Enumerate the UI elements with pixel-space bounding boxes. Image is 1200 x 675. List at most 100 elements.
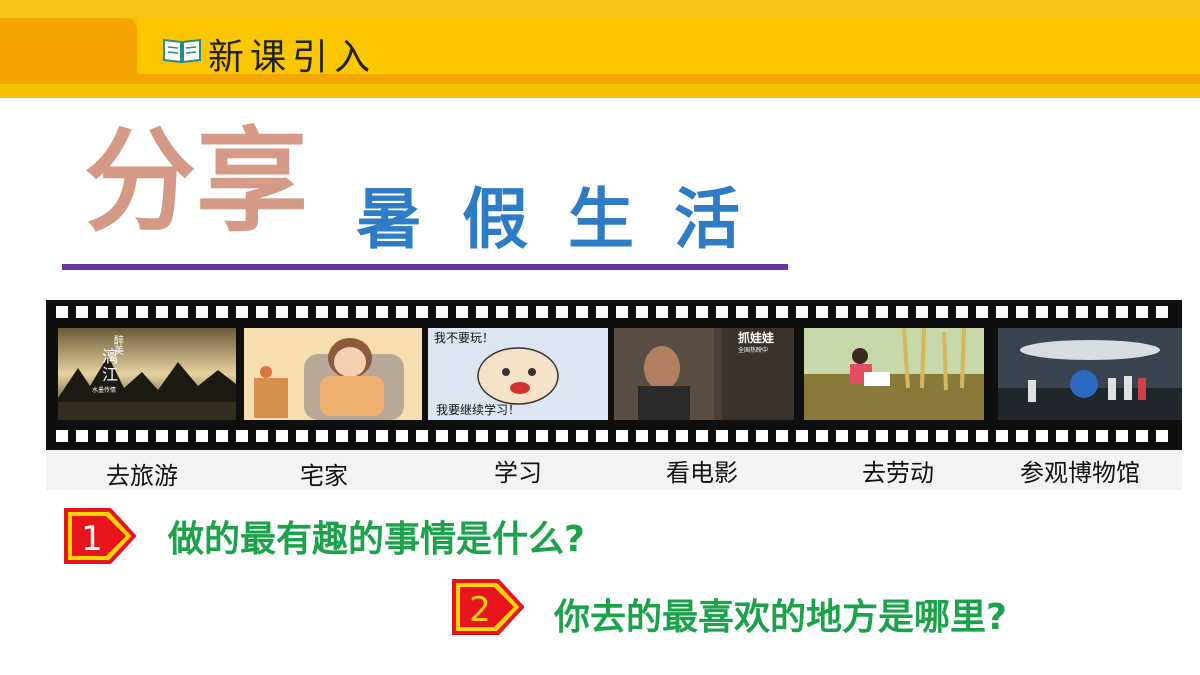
sprocket-hole [596,306,608,318]
section-title: 新课引入 [208,37,377,78]
sprocket-hole [776,430,788,442]
sprocket-hole [716,430,728,442]
sprocket-hole [276,430,288,442]
question-1-badge: 1 [64,508,136,564]
sprocket-hole [1096,430,1108,442]
sprocket-hole [796,306,808,318]
sprocket-hole [1036,430,1048,442]
page-title-text: 分享 [84,116,308,247]
sprocket-hole [496,306,508,318]
sprocket-hole [976,306,988,318]
sprocket-hole [676,306,688,318]
sprocket-hole [576,306,588,318]
sprocket-hole [756,430,768,442]
sprocket-hole [536,430,548,442]
sprocket-hole [196,306,208,318]
sprocket-hole [996,306,1008,318]
sprocket-hole [416,306,428,318]
sprocket-hole [956,430,968,442]
question-2-number: 2 [469,590,491,630]
travel-caption-bottom: 水墨传情 [92,386,116,394]
sprocket-hole [676,430,688,442]
sprocket-hole [1056,306,1068,318]
sprocket-hole [896,430,908,442]
sprocket-hole [536,306,548,318]
sprocket-hole [356,430,368,442]
sprocket-hole [456,430,468,442]
sprocket-hole [96,430,108,442]
sprocket-hole [416,430,428,442]
sprocket-hole [196,430,208,442]
sprocket-hole [636,306,648,318]
film-label-museum: 参观博物馆 [1020,459,1140,487]
sprocket-hole [76,430,88,442]
sprocket-hole [1136,306,1148,318]
film-frame-travel: 漓 江 醉 美 水墨传情 [58,328,236,420]
sprocket-hole [976,430,988,442]
sprocket-hole [916,430,928,442]
sprocket-hole [76,306,88,318]
travel-caption-0b: 美 [114,344,124,357]
film-label-home: 宅家 [300,462,348,490]
sprocket-hole [116,306,128,318]
sprocket-hole [576,430,588,442]
sprocket-hole [436,306,448,318]
film-label-movie: 看电影 [666,459,738,487]
sprocket-hole [1156,430,1168,442]
sprocket-hole [176,430,188,442]
film-label-strip [46,450,1182,490]
sprocket-hole [1096,306,1108,318]
film-frame-museum [998,328,1182,420]
sprocket-hole [1156,306,1168,318]
sprocket-hole [836,306,848,318]
sprocket-hole [856,306,868,318]
sprocket-hole [616,306,628,318]
sprocket-hole [476,306,488,318]
sprocket-hole [236,430,248,442]
sprocket-hole [656,306,668,318]
sprocket-hole [736,430,748,442]
museum-image [998,328,1182,420]
sprocket-hole [56,430,68,442]
sprocket-hole [216,430,228,442]
sprocket-hole [116,430,128,442]
sprocket-hole [856,430,868,442]
sprocket-hole [936,306,948,318]
sprocket-hole [516,306,528,318]
sprocket-hole [996,430,1008,442]
sprocket-hole [816,306,828,318]
film-strip: 漓 江 醉 美 水墨传情 我不要玩！ 我要继续学习！ 抓娃娃 全国热映中 [46,300,1182,450]
sprocket-hole [456,306,468,318]
travel-caption-2: 江 [102,365,118,384]
sprocket-hole [1016,430,1028,442]
sprocket-hole [556,306,568,318]
film-label-labor: 去劳动 [862,459,934,487]
sprocket-hole [136,306,148,318]
movie-caption-top: 抓娃娃 [738,330,774,345]
travel-image: 漓 江 醉 美 水墨传情 [58,328,236,420]
film-frame-movie: 抓娃娃 全国热映中 [614,328,794,420]
sprocket-hole [1116,306,1128,318]
sprocket-hole [216,306,228,318]
sprocket-hole [876,306,888,318]
header-tab [0,18,137,74]
film-holes-top [56,306,1176,320]
film-frame-home [244,328,422,420]
sprocket-hole [956,306,968,318]
open-book-icon [163,38,201,64]
study-caption-bottom: 我要继续学习！ [436,402,520,417]
sprocket-hole [236,306,248,318]
sprocket-hole [1016,306,1028,318]
sprocket-hole [316,306,328,318]
sprocket-hole [136,430,148,442]
sprocket-hole [296,430,308,442]
sprocket-hole [336,306,348,318]
sprocket-hole [1076,306,1088,318]
study-image: 我不要玩！ 我要继续学习！ [428,328,608,420]
sprocket-hole [876,430,888,442]
sprocket-hole [656,430,668,442]
sprocket-hole [776,306,788,318]
sprocket-hole [756,306,768,318]
question-2-badge: 2 [452,579,524,635]
labor-image [804,328,984,420]
